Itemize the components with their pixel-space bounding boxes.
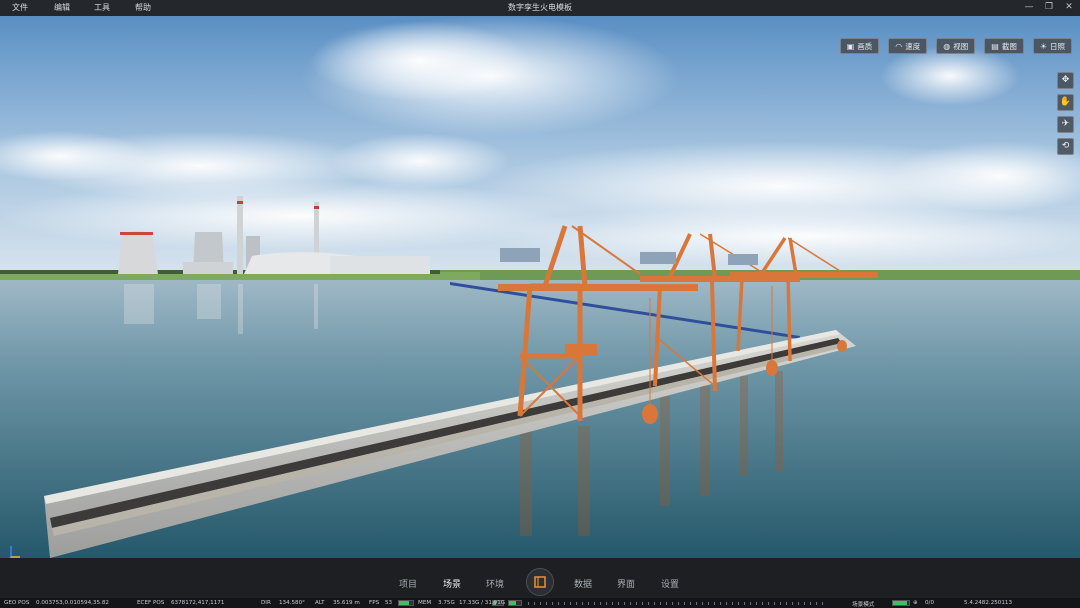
tab-scene[interactable]: 场景 bbox=[443, 577, 461, 590]
navigation-tools: ✥ ✋ ✈ ⟲ bbox=[1057, 72, 1074, 155]
status-bar: GEO POS 0.003753,0.010594,35.82 ECEF POS… bbox=[0, 598, 1080, 608]
menu-edit[interactable]: 编辑 bbox=[54, 2, 70, 13]
tab-data[interactable]: 数据 bbox=[574, 577, 592, 590]
view-reset-icon[interactable]: ⟲ bbox=[1057, 138, 1074, 155]
gpu-mem-value: 17.33G / 31.91G bbox=[459, 599, 506, 606]
orbit-hand-icon[interactable]: ✋ bbox=[1057, 94, 1074, 111]
move-icon[interactable]: ✥ bbox=[1057, 72, 1074, 89]
tab-environment[interactable]: 环境 bbox=[486, 577, 504, 590]
menu-file[interactable]: 文件 bbox=[12, 2, 28, 13]
view-toolbar: ▣ 画质 ◠ 速度 ◍ 视图 ▤ 截图 ☀ 日照 bbox=[839, 38, 1072, 54]
bottom-nav: 项目 场景 环境 数据 界面 设置 bbox=[0, 558, 1080, 598]
image-icon: ▣ bbox=[846, 41, 855, 51]
minimize-icon[interactable]: — bbox=[1024, 2, 1034, 12]
quality-label: 画质 bbox=[857, 41, 873, 51]
scene-mode-meter bbox=[892, 600, 910, 606]
fps-value: 53 bbox=[385, 599, 393, 606]
menu-help[interactable]: 帮助 bbox=[135, 2, 151, 13]
alt-value: 35.619 m bbox=[333, 599, 360, 606]
sunlight-button[interactable]: ☀ 日照 bbox=[1032, 38, 1072, 54]
dir-value: 134.580° bbox=[279, 599, 305, 606]
ecef-pos-value: 6378172,417,1171 bbox=[171, 599, 225, 606]
views-icon: ◍ bbox=[943, 41, 951, 51]
geo-pos-value: 0.003753,0.010594,35.82 bbox=[36, 599, 109, 606]
dir-label: DIR bbox=[261, 599, 271, 606]
app-title: 数字孪生火电模板 bbox=[508, 3, 572, 12]
views-label: 视图 bbox=[953, 41, 969, 51]
views-button[interactable]: ◍ 视图 bbox=[936, 38, 976, 54]
sun-icon: ☀ bbox=[1039, 41, 1047, 51]
globe-icon: ⊕ bbox=[913, 599, 918, 606]
quality-button[interactable]: ▣ 画质 bbox=[839, 38, 880, 54]
scene-mode-label: 场景模式 bbox=[852, 601, 875, 608]
tab-project[interactable]: 项目 bbox=[399, 577, 417, 590]
timeline-ticks[interactable] bbox=[528, 602, 828, 605]
speed-button[interactable]: ◠ 速度 bbox=[888, 38, 928, 54]
fps-meter bbox=[398, 600, 414, 606]
scene-render bbox=[0, 16, 1080, 558]
speed-label: 速度 bbox=[905, 41, 921, 51]
count-value: 0/0 bbox=[925, 599, 935, 606]
tab-interface[interactable]: 界面 bbox=[617, 577, 635, 590]
sunlight-label: 日照 bbox=[1050, 41, 1065, 51]
logo-cube-icon[interactable] bbox=[526, 568, 554, 596]
alt-label: ALT bbox=[315, 599, 325, 606]
menu-tools[interactable]: 工具 bbox=[94, 2, 110, 13]
ecef-pos-label: ECEF POS bbox=[137, 599, 165, 606]
screenshot-label: 截图 bbox=[1001, 41, 1017, 51]
fps-label: FPS bbox=[369, 599, 380, 606]
geo-pos-label: GEO POS bbox=[4, 599, 30, 606]
mem-value: 3.75G bbox=[438, 599, 455, 606]
restore-icon[interactable]: ❐ bbox=[1044, 2, 1054, 12]
screenshot-button[interactable]: ▤ 截图 bbox=[984, 38, 1024, 54]
walk-icon[interactable]: ✈ bbox=[1057, 116, 1074, 133]
tab-settings[interactable]: 设置 bbox=[661, 577, 679, 590]
window-controls: — ❐ ✕ bbox=[1024, 2, 1074, 12]
axis-gizmo-icon bbox=[8, 546, 20, 558]
scene-viewport[interactable]: ▣ 画质 ◠ 速度 ◍ 视图 ▤ 截图 ☀ 日照 ✥ ✋ ✈ ⟲ bbox=[0, 16, 1080, 558]
mem-label: MEM bbox=[418, 599, 432, 606]
version-value: 5.4.2482.250113 bbox=[964, 599, 1013, 606]
gauge-icon: ◠ bbox=[895, 41, 903, 51]
screenshot-icon: ▤ bbox=[991, 41, 999, 51]
gpu-meter bbox=[508, 600, 522, 606]
menu-bar: 文件 编辑 工具 帮助 数字孪生火电模板 — ❐ ✕ bbox=[0, 0, 1080, 16]
close-icon[interactable]: ✕ bbox=[1064, 2, 1074, 12]
